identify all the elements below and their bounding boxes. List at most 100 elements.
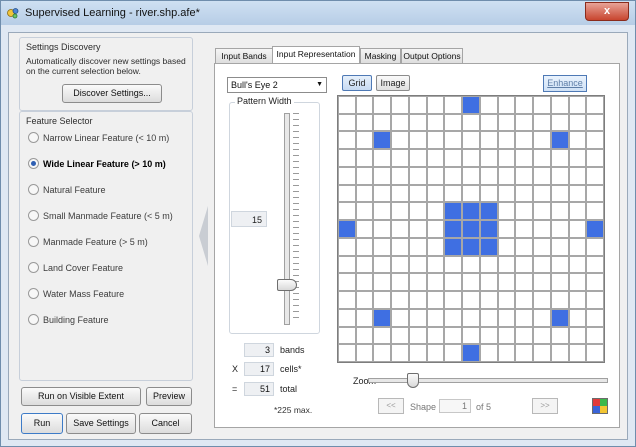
grid-cell[interactable] [551,327,568,344]
grid-cell[interactable] [392,309,408,326]
grid-cell[interactable] [356,114,373,131]
radio-button[interactable] [28,262,39,274]
grid-cell[interactable] [427,114,444,131]
grid-cell[interactable] [498,97,515,113]
grid-cell[interactable] [480,97,497,113]
zoom-slider[interactable] [368,378,608,383]
feature-option[interactable]: Natural Feature [28,184,106,199]
grid-cell[interactable] [480,167,497,184]
grid-cell[interactable] [463,274,479,291]
grid-cell[interactable] [480,221,497,237]
discover-settings-button[interactable]: Discover Settings... [62,84,162,103]
grid-cell[interactable] [498,256,515,273]
grid-cell[interactable] [339,203,355,220]
feature-option[interactable]: Manmade Feature (> 5 m) [28,236,148,251]
grid-cell[interactable] [587,132,603,149]
run-button[interactable]: Run [21,413,63,434]
grid-cell[interactable] [516,292,533,308]
grid-cell[interactable] [587,292,603,308]
grid-cell[interactable] [374,185,391,202]
grid-view-button[interactable]: Grid [342,75,372,91]
grid-cell[interactable] [516,97,533,113]
grid-cell[interactable] [534,238,550,255]
grid-cell[interactable] [498,292,515,308]
grid-cell[interactable] [498,132,515,149]
grid-cell[interactable] [587,345,603,361]
grid-cell[interactable] [463,203,479,220]
grid-cell[interactable] [587,150,603,166]
radio-button[interactable] [28,210,39,222]
grid-cell[interactable] [445,185,462,202]
radio-button[interactable] [28,132,39,144]
grid-cell[interactable] [534,327,550,344]
tab-output-options[interactable]: Output Options [401,48,463,63]
grid-cell[interactable] [339,150,355,166]
grid-cell[interactable] [445,256,462,273]
grid-cell[interactable] [516,167,533,184]
grid-cell[interactable] [427,292,444,308]
grid-cell[interactable] [374,167,391,184]
grid-cell[interactable] [551,150,568,166]
grid-cell[interactable] [356,274,373,291]
grid-cell[interactable] [498,185,515,202]
grid-cell[interactable] [374,345,391,361]
grid-cell[interactable] [374,238,391,255]
grid-cell[interactable] [498,327,515,344]
grid-cell[interactable] [392,345,408,361]
grid-cell[interactable] [480,185,497,202]
grid-cell[interactable] [392,203,408,220]
grid-cell[interactable] [445,327,462,344]
grid-cell[interactable] [374,114,391,131]
grid-cell[interactable] [427,167,444,184]
grid-cell[interactable] [534,292,550,308]
grid-cell[interactable] [427,185,444,202]
grid-cell[interactable] [374,97,391,113]
grid-cell[interactable] [374,309,391,326]
grid-cell[interactable] [498,309,515,326]
grid-cell[interactable] [445,221,462,237]
grid-cell[interactable] [569,150,586,166]
grid-cell[interactable] [569,238,586,255]
tab-masking[interactable]: Masking [360,48,401,63]
grid-cell[interactable] [392,167,408,184]
grid-cell[interactable] [534,97,550,113]
grid-cell[interactable] [409,345,426,361]
pattern-width-slider[interactable] [284,113,290,325]
grid-cell[interactable] [551,238,568,255]
grid-cell[interactable] [409,256,426,273]
grid-cell[interactable] [480,238,497,255]
grid-cell[interactable] [445,238,462,255]
preview-button[interactable]: Preview [146,387,192,406]
grid-cell[interactable] [480,132,497,149]
radio-button[interactable] [28,314,39,326]
grid-cell[interactable] [480,274,497,291]
grid-cell[interactable] [587,327,603,344]
grid-cell[interactable] [480,292,497,308]
grid-cell[interactable] [374,221,391,237]
grid-cell[interactable] [551,132,568,149]
grid-cell[interactable] [392,292,408,308]
grid-cell[interactable] [534,274,550,291]
grid-cell[interactable] [374,327,391,344]
grid-cell[interactable] [569,185,586,202]
radio-button[interactable] [28,236,39,248]
grid-cell[interactable] [480,256,497,273]
grid-cell[interactable] [569,97,586,113]
grid-cell[interactable] [516,256,533,273]
grid-cell[interactable] [339,132,355,149]
grid-cell[interactable] [339,185,355,202]
grid-cell[interactable] [356,132,373,149]
color-palette-icon[interactable] [592,398,608,414]
grid-cell[interactable] [427,274,444,291]
grid-cell[interactable] [587,238,603,255]
grid-cell[interactable] [409,309,426,326]
grid-cell[interactable] [463,327,479,344]
grid-cell[interactable] [534,256,550,273]
image-view-button[interactable]: Image [376,75,410,91]
grid-cell[interactable] [498,114,515,131]
cells-value[interactable]: 17 [244,362,274,376]
grid-cell[interactable] [339,256,355,273]
grid-cell[interactable] [463,185,479,202]
grid-cell[interactable] [551,221,568,237]
grid-cell[interactable] [480,309,497,326]
